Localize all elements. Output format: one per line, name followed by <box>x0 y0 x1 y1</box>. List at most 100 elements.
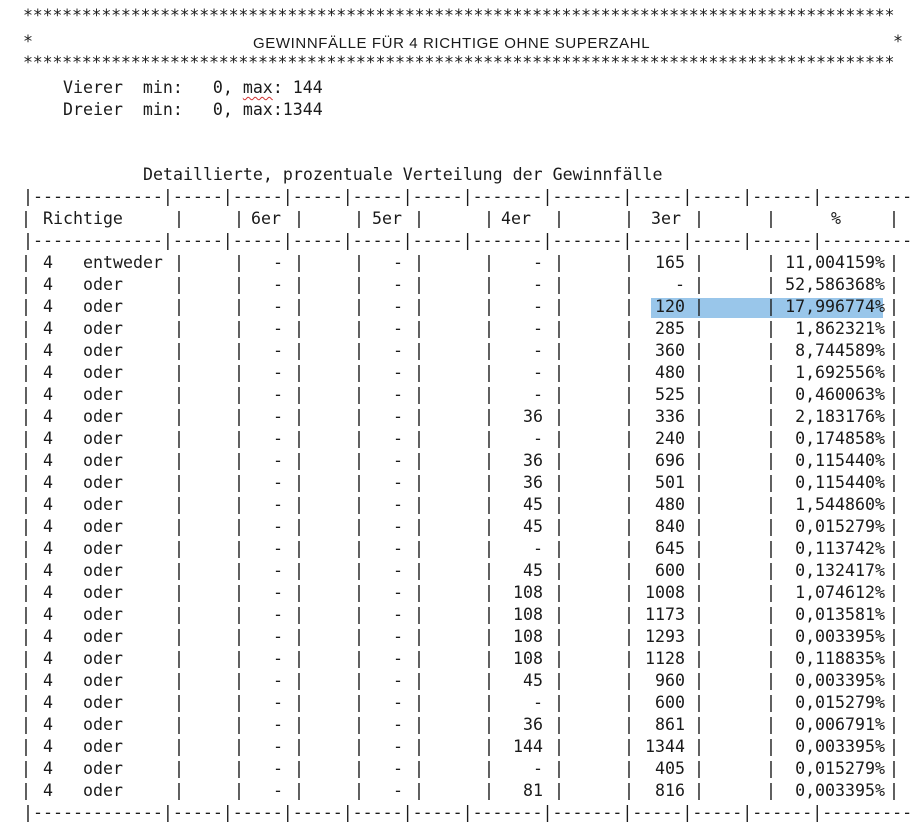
column-separator: | <box>889 627 899 646</box>
column-separator: | <box>294 385 304 404</box>
column-separator: | <box>234 627 244 646</box>
column-separator: | <box>21 759 31 778</box>
column-separator: | <box>694 715 704 734</box>
column-separator: | <box>694 319 704 338</box>
column-separator: | <box>234 737 244 756</box>
column-separator: | <box>354 583 364 602</box>
row-percent-value: 0,003395% <box>795 627 885 646</box>
row-3er-value: 120 <box>655 297 685 316</box>
column-separator: | <box>554 649 564 668</box>
row-3er-value: 1128 <box>645 649 685 668</box>
column-separator: | <box>294 671 304 690</box>
text-document: ****************************************… <box>21 0 913 835</box>
row-6er-value: - <box>273 561 283 580</box>
column-separator: | <box>889 473 899 492</box>
column-separator: | <box>554 715 564 734</box>
row-connector-word: oder <box>83 451 123 470</box>
column-separator: | <box>414 737 424 756</box>
row-3er-value: 645 <box>655 539 685 558</box>
column-separator: | <box>294 275 304 294</box>
row-6er-value: - <box>273 495 283 514</box>
column-separator: | <box>21 429 31 448</box>
column-separator: | <box>889 737 899 756</box>
row-percent-value: 1,074612% <box>795 583 885 602</box>
column-separator: | <box>234 781 244 800</box>
summary-line: Dreier min: 0, max:1344 <box>63 99 323 121</box>
column-separator: | <box>554 781 564 800</box>
column-separator: | <box>354 319 364 338</box>
column-separator: | <box>354 341 364 360</box>
column-separator: | <box>354 715 364 734</box>
column-separator: | <box>294 715 304 734</box>
column-separator: | <box>889 781 899 800</box>
row-3er-value: 1173 <box>645 605 685 624</box>
column-separator: | <box>294 539 304 558</box>
row-connector-word: oder <box>83 363 123 382</box>
column-separator: | <box>354 539 364 558</box>
column-separator: | <box>234 407 244 426</box>
column-separator: | <box>694 561 704 580</box>
row-4er-value: - <box>533 385 543 404</box>
row-3er-value: 501 <box>655 473 685 492</box>
column-separator: | <box>694 473 704 492</box>
header-stars-top: ****************************************… <box>23 6 895 25</box>
column-separator: | <box>414 693 424 712</box>
header-stars-bottom: ****************************************… <box>23 53 895 72</box>
column-separator: | <box>21 297 31 316</box>
row-4er-value: - <box>533 693 543 712</box>
column-separator: | <box>294 429 304 448</box>
row-6er-value: - <box>273 275 283 294</box>
column-separator: | <box>294 341 304 360</box>
column-separator: | <box>234 495 244 514</box>
column-separator: | <box>354 649 364 668</box>
table-caption: Detaillierte, prozentuale Verteilung der… <box>143 165 663 184</box>
row-richtige-count: 4 <box>43 451 53 470</box>
column-separator: | <box>414 275 424 294</box>
row-4er-value: 45 <box>523 495 543 514</box>
row-5er-value: - <box>393 539 403 558</box>
row-5er-value: - <box>393 583 403 602</box>
column-separator: | <box>174 319 184 338</box>
column-separator: | <box>694 583 704 602</box>
row-4er-value: 45 <box>523 671 543 690</box>
row-richtige-count: 4 <box>43 583 53 602</box>
column-separator: | <box>354 407 364 426</box>
column-separator: | <box>484 209 494 228</box>
column-separator: | <box>624 209 634 228</box>
column-separator: | <box>354 605 364 624</box>
row-percent-value: 11,004159% <box>785 253 885 272</box>
row-percent-value: 0,460063% <box>795 385 885 404</box>
row-percent-value: 0,015279% <box>795 759 885 778</box>
row-4er-value: - <box>533 319 543 338</box>
column-separator: | <box>21 649 31 668</box>
column-separator: | <box>414 517 424 536</box>
column-separator: | <box>21 275 31 294</box>
column-separator: | <box>354 693 364 712</box>
column-separator: | <box>414 209 424 228</box>
column-separator: | <box>414 781 424 800</box>
column-separator: | <box>554 297 564 316</box>
column-separator: | <box>694 297 704 316</box>
header-6er: 6er <box>251 209 281 228</box>
column-separator: | <box>414 561 424 580</box>
column-separator: | <box>174 407 184 426</box>
header-4er: 4er <box>501 209 531 228</box>
column-separator: | <box>694 363 704 382</box>
column-separator: | <box>294 495 304 514</box>
column-separator: | <box>234 539 244 558</box>
column-separator: | <box>889 517 899 536</box>
column-separator: | <box>554 253 564 272</box>
column-separator: | <box>21 473 31 492</box>
column-separator: | <box>889 539 899 558</box>
row-3er-value: 240 <box>655 429 685 448</box>
row-percent-value: 0,015279% <box>795 517 885 536</box>
column-separator: | <box>21 561 31 580</box>
row-5er-value: - <box>393 385 403 404</box>
row-richtige-count: 4 <box>43 715 53 734</box>
column-separator: | <box>174 627 184 646</box>
row-3er-value: 165 <box>655 253 685 272</box>
column-separator: | <box>21 341 31 360</box>
column-separator: | <box>694 385 704 404</box>
column-separator: | <box>694 781 704 800</box>
column-separator: | <box>294 253 304 272</box>
